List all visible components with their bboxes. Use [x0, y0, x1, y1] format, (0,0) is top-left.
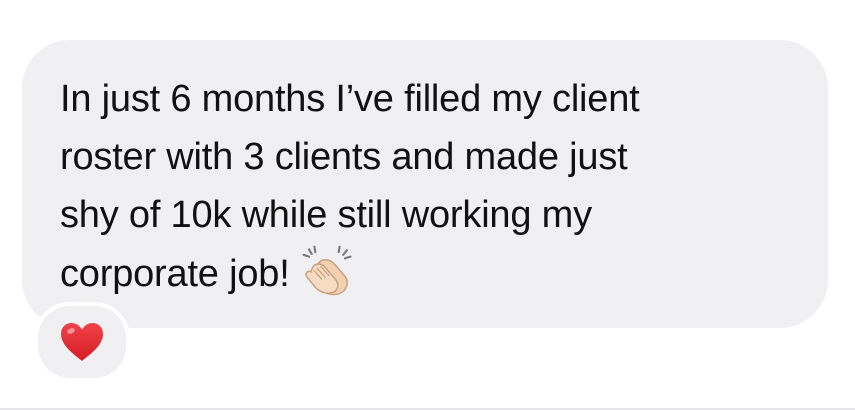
- reaction-badge[interactable]: [34, 302, 130, 382]
- message-line-last: corporate job!: [60, 244, 800, 303]
- message-text: In just 6 months I’ve filled my client r…: [60, 70, 800, 303]
- clapping-hands-icon: [302, 245, 352, 296]
- red-heart-icon: [61, 323, 103, 361]
- message-line-text: corporate job!: [60, 253, 290, 295]
- message-line: roster with 3 clients and made just: [60, 136, 628, 178]
- message-line: shy of 10k while still working my: [60, 194, 592, 236]
- message-line: In just 6 months I’ve filled my client: [60, 78, 640, 120]
